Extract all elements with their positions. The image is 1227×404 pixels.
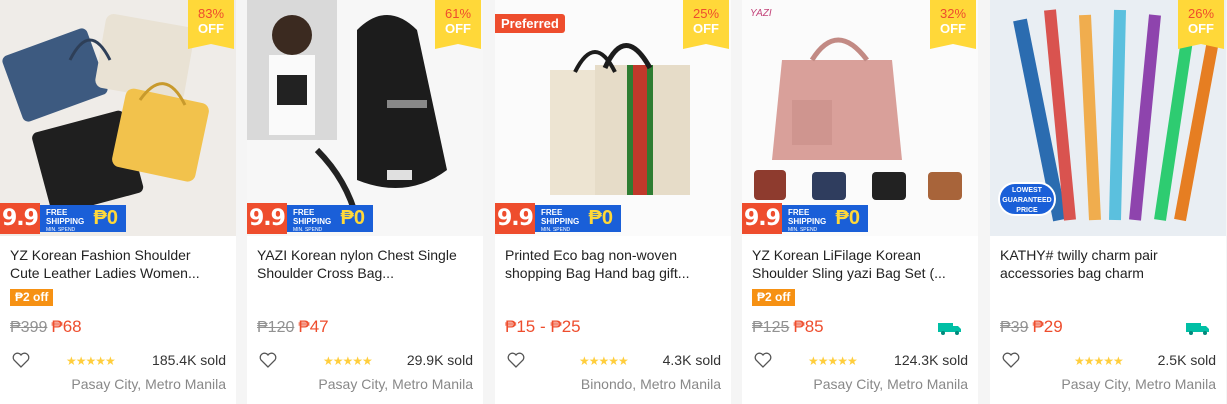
product-title[interactable]: YAZI Korean nylon Chest Single Shoulder … — [257, 246, 469, 282]
sale-price: ₱47 — [298, 317, 329, 336]
discount-off-label: OFF — [1188, 21, 1214, 36]
free-shipping-promo-badge: 9.9 FREE SHIPPING MIN. SPEND ₱0 — [0, 203, 128, 234]
shop-location: Binondo, Metro Manila — [580, 376, 721, 392]
sold-count: 2.5K sold — [1157, 352, 1216, 368]
sold-count: 185.4K sold — [152, 352, 226, 368]
truck-icon — [1186, 323, 1209, 335]
shop-location: Pasay City, Metro Manila — [1061, 376, 1216, 392]
discount-off-label: OFF — [940, 21, 966, 36]
price-block: ₱399 ₱68 — [10, 317, 82, 338]
product-card[interactable]: LOWEST GUARANTEED PRICE 26% OFF KATHY# t… — [990, 0, 1226, 404]
price-block: ₱125 ₱85 — [752, 317, 824, 338]
heart-icon[interactable] — [507, 352, 525, 368]
price-block: ₱15 - ₱25 — [505, 317, 581, 337]
discount-percent: 32% — [939, 6, 967, 21]
discount-badge: 83% OFF — [188, 0, 234, 49]
original-price: ₱39 — [1000, 319, 1029, 336]
sale-price: ₱29 — [1032, 317, 1063, 336]
sold-count: 124.3K sold — [894, 352, 968, 368]
product-title[interactable]: YZ Korean LiFilage Korean Shoulder Sling… — [752, 246, 964, 282]
product-image[interactable]: LOWEST GUARANTEED PRICE 26% OFF — [990, 0, 1226, 236]
product-image[interactable]: YAZI 32% OFF 9.9 FREE SHIPPING MIN. SPEN… — [742, 0, 978, 236]
discount-badge: 25% OFF — [683, 0, 729, 49]
heart-icon[interactable] — [259, 352, 277, 368]
zero-min-spend: ₱0 — [835, 207, 860, 229]
price-block: ₱39 ₱29 — [1000, 317, 1063, 338]
promo-9-9: 9.9 — [495, 203, 535, 234]
product-card[interactable]: 83% OFF 9.9 FREE SHIPPING MIN. SPEND ₱0 … — [0, 0, 236, 404]
product-card[interactable]: Preferred 25% OFF 9.9 FREE SHIPPING MIN.… — [495, 0, 731, 404]
product-title[interactable]: YZ Korean Fashion Shoulder Cute Leather … — [10, 246, 222, 282]
original-price: ₱120 — [257, 319, 295, 336]
discount-off-label: OFF — [198, 21, 224, 36]
discount-off-label: OFF — [445, 21, 471, 36]
sold-count: 4.3K sold — [662, 352, 721, 368]
product-image[interactable]: 83% OFF 9.9 FREE SHIPPING MIN. SPEND ₱0 — [0, 0, 236, 236]
promo-9-9: 9.9 — [0, 203, 40, 234]
free-shipping-promo-badge: 9.9 FREE SHIPPING MIN. SPEND ₱0 — [247, 203, 375, 234]
free-shipping-promo-badge: 9.9 FREE SHIPPING MIN. SPEND ₱0 — [742, 203, 870, 234]
original-price: ₱399 — [10, 319, 48, 336]
free-shipping-label: FREE SHIPPING MIN. SPEND ₱0 — [40, 205, 126, 233]
sale-price-range: ₱15 - ₱25 — [505, 317, 581, 336]
free-shipping-promo-badge: 9.9 FREE SHIPPING MIN. SPEND ₱0 — [495, 203, 623, 234]
brand-logo: YAZI — [750, 8, 772, 19]
product-title[interactable]: Printed Eco bag non-woven shopping Bag H… — [505, 246, 717, 282]
discount-percent: 61% — [444, 6, 472, 21]
sale-price: ₱68 — [51, 317, 82, 336]
shop-location: Pasay City, Metro Manila — [71, 376, 226, 392]
price-block: ₱120 ₱47 — [257, 317, 329, 338]
product-image[interactable]: Preferred 25% OFF 9.9 FREE SHIPPING MIN.… — [495, 0, 731, 236]
lowest-price-guaranteed-badge: LOWEST GUARANTEED PRICE — [998, 182, 1056, 216]
zero-min-spend: ₱0 — [588, 207, 613, 229]
rating-stars: ★★★★★ — [1074, 354, 1124, 368]
product-title[interactable]: KATHY# twilly charm pair accessories bag… — [1000, 246, 1212, 282]
discount-percent: 26% — [1187, 6, 1215, 21]
shop-location: Pasay City, Metro Manila — [318, 376, 473, 392]
free-shipping-label: FREE SHIPPING MIN. SPEND ₱0 — [782, 205, 868, 233]
discount-badge: 61% OFF — [435, 0, 481, 49]
free-shipping-label: FREE SHIPPING MIN. SPEND ₱0 — [287, 205, 373, 233]
product-image[interactable]: 61% OFF 9.9 FREE SHIPPING MIN. SPEND ₱0 — [247, 0, 483, 236]
rating-stars: ★★★★★ — [808, 354, 858, 368]
product-card[interactable]: 61% OFF 9.9 FREE SHIPPING MIN. SPEND ₱0 … — [247, 0, 483, 404]
heart-icon[interactable] — [12, 352, 30, 368]
preferred-seller-badge: Preferred — [495, 14, 565, 33]
heart-icon[interactable] — [754, 352, 772, 368]
zero-min-spend: ₱0 — [340, 207, 365, 229]
voucher-badge: ₱2 off — [752, 289, 796, 306]
rating-stars: ★★★★★ — [66, 354, 116, 368]
lowest-label: LOWEST — [1012, 187, 1042, 194]
shop-location: Pasay City, Metro Manila — [813, 376, 968, 392]
heart-icon[interactable] — [1002, 352, 1020, 368]
original-price: ₱125 — [752, 319, 790, 336]
truck-icon — [938, 323, 961, 335]
discount-percent: 25% — [692, 6, 720, 21]
product-card[interactable]: YAZI 32% OFF 9.9 FREE SHIPPING MIN. SPEN… — [742, 0, 978, 404]
product-grid: 83% OFF 9.9 FREE SHIPPING MIN. SPEND ₱0 … — [0, 0, 1227, 404]
zero-min-spend: ₱0 — [93, 207, 118, 229]
voucher-badge: ₱2 off — [10, 289, 54, 306]
discount-badge: 26% OFF — [1178, 0, 1224, 49]
price-label: PRICE — [1016, 207, 1038, 214]
discount-percent: 83% — [197, 6, 225, 21]
sold-count: 29.9K sold — [406, 352, 473, 368]
discount-off-label: OFF — [693, 21, 719, 36]
free-shipping-label: FREE SHIPPING MIN. SPEND ₱0 — [535, 205, 621, 233]
rating-stars: ★★★★★ — [323, 354, 373, 368]
sale-price: ₱85 — [793, 317, 824, 336]
promo-9-9: 9.9 — [247, 203, 287, 234]
promo-9-9: 9.9 — [742, 203, 782, 234]
guaranteed-label: GUARANTEED — [1002, 197, 1052, 204]
rating-stars: ★★★★★ — [579, 354, 629, 368]
discount-badge: 32% OFF — [930, 0, 976, 49]
